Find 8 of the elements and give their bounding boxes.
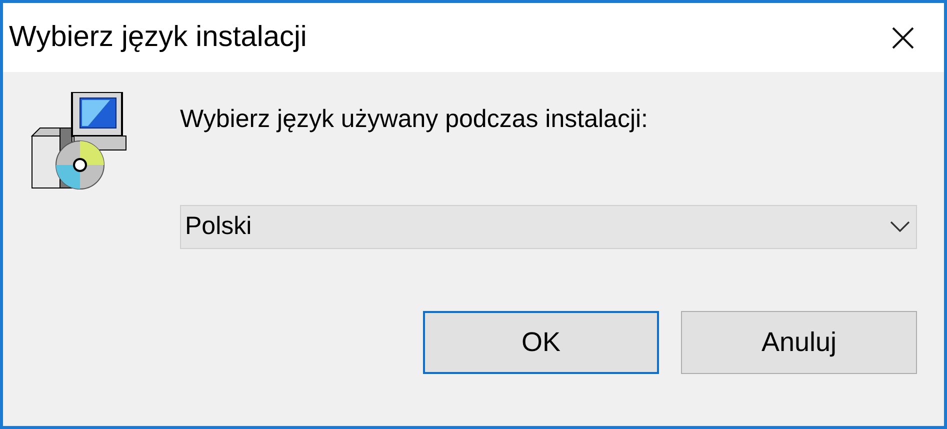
window-title: Wybierz język instalacji: [9, 20, 307, 55]
computer-cd-icon: [30, 92, 128, 192]
ok-button[interactable]: OK: [423, 310, 659, 374]
language-dropdown[interactable]: Polski: [180, 204, 917, 248]
cancel-button[interactable]: Anuluj: [681, 310, 917, 374]
prompt-label: Wybierz język używany podczas instalacji:: [180, 104, 650, 135]
chevron-down-icon: [890, 220, 910, 232]
close-icon: [892, 26, 914, 48]
